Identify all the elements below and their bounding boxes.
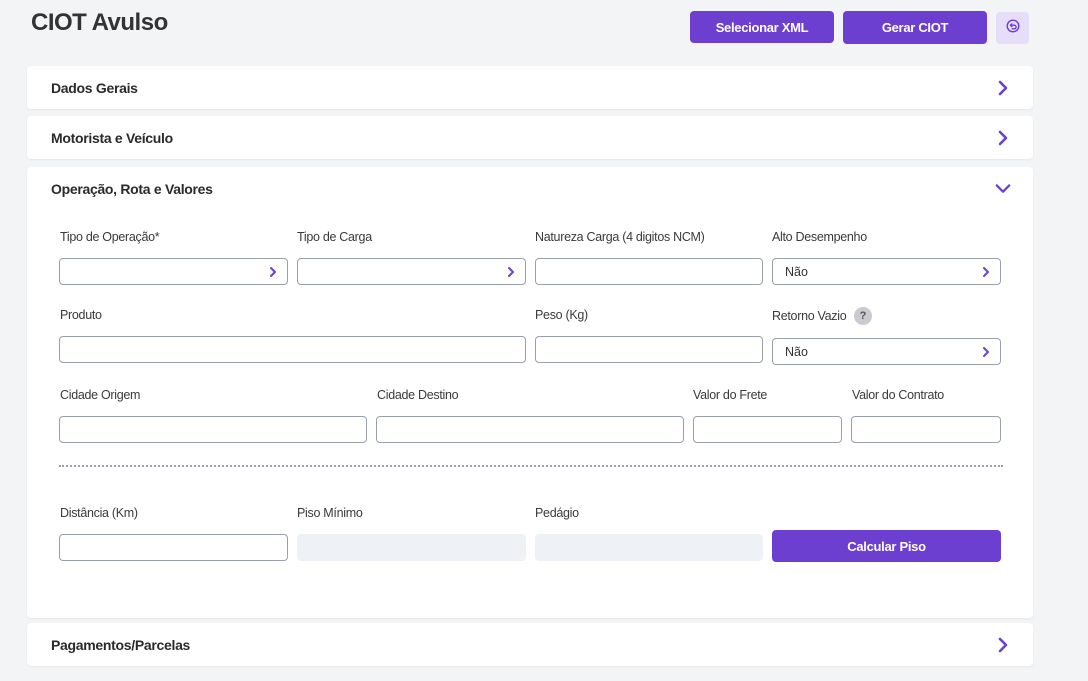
tipo-carga-label: Tipo de Carga [297,230,372,244]
chevron-right-icon [269,266,279,278]
section-divider [59,465,1003,467]
section-title: Pagamentos/Parcelas [51,636,191,653]
natureza-carga-label: Natureza Carga (4 digitos NCM) [535,230,705,244]
undo-icon [1005,18,1020,38]
generate-ciot-button[interactable]: Gerar CIOT [843,11,987,44]
piso-minimo-label: Piso Mínimo [297,506,363,520]
chevron-right-icon [507,266,517,278]
section-dados-gerais: Dados Gerais [27,66,1033,109]
page-title: CIOT Avulso [31,9,168,36]
section-title: Dados Gerais [51,79,138,96]
cidade-destino-label: Cidade Destino [377,388,459,402]
section-title: Operação, Rota e Valores [51,180,213,197]
undo-button[interactable] [996,12,1029,44]
peso-label: Peso (Kg) [535,308,588,322]
section-header-motorista-veiculo[interactable]: Motorista e Veículo [27,116,1033,159]
alto-desempenho-value: Não [785,264,808,279]
section-pagamentos-parcelas: Pagamentos/Parcelas [27,623,1033,666]
calcular-piso-button[interactable]: Calcular Piso [772,530,1001,562]
distancia-label: Distância (Km) [60,506,138,520]
chevron-right-icon [982,346,992,358]
produto-label: Produto [60,308,102,322]
alto-desempenho-label: Alto Desempenho [772,230,867,244]
section-header-dados-gerais[interactable]: Dados Gerais [27,66,1033,109]
section-title: Motorista e Veículo [51,129,173,146]
section-header-operacao-rota-valores[interactable]: Operação, Rota e Valores [27,167,1033,210]
retorno-vazio-value: Não [785,344,808,359]
cidade-destino-input[interactable] [376,416,684,443]
tipo-operacao-select[interactable] [59,258,288,285]
tipo-carga-select[interactable] [297,258,526,285]
select-xml-button[interactable]: Selecionar XML [690,11,834,43]
cidade-origem-input[interactable] [59,416,367,443]
alto-desempenho-select[interactable]: Não [772,258,1001,285]
valor-frete-label: Valor do Frete [693,388,768,402]
produto-input[interactable] [59,336,526,363]
chevron-right-icon [982,266,992,278]
chevron-right-icon [995,637,1011,653]
distancia-input[interactable] [59,534,288,561]
piso-minimo-input [297,534,526,561]
chevron-down-icon [995,181,1011,197]
pedagio-label: Pedágio [535,506,579,520]
section-header-pagamentos-parcelas[interactable]: Pagamentos/Parcelas [27,623,1033,666]
valor-contrato-input[interactable] [851,416,1001,443]
tipo-operacao-label: Tipo de Operação* [60,230,160,244]
natureza-carga-input[interactable] [535,258,763,285]
cidade-origem-label: Cidade Origem [60,388,141,402]
retorno-vazio-select[interactable]: Não [772,338,1001,365]
valor-contrato-label: Valor do Contrato [852,388,944,402]
section-motorista-veiculo: Motorista e Veículo [27,116,1033,159]
valor-frete-input[interactable] [693,416,842,443]
pedagio-input [535,534,763,561]
chevron-right-icon [995,130,1011,146]
chevron-right-icon [995,80,1011,96]
peso-input[interactable] [535,336,763,363]
retorno-vazio-label: Retorno Vazio [772,309,847,323]
help-icon[interactable]: ? [854,307,872,325]
